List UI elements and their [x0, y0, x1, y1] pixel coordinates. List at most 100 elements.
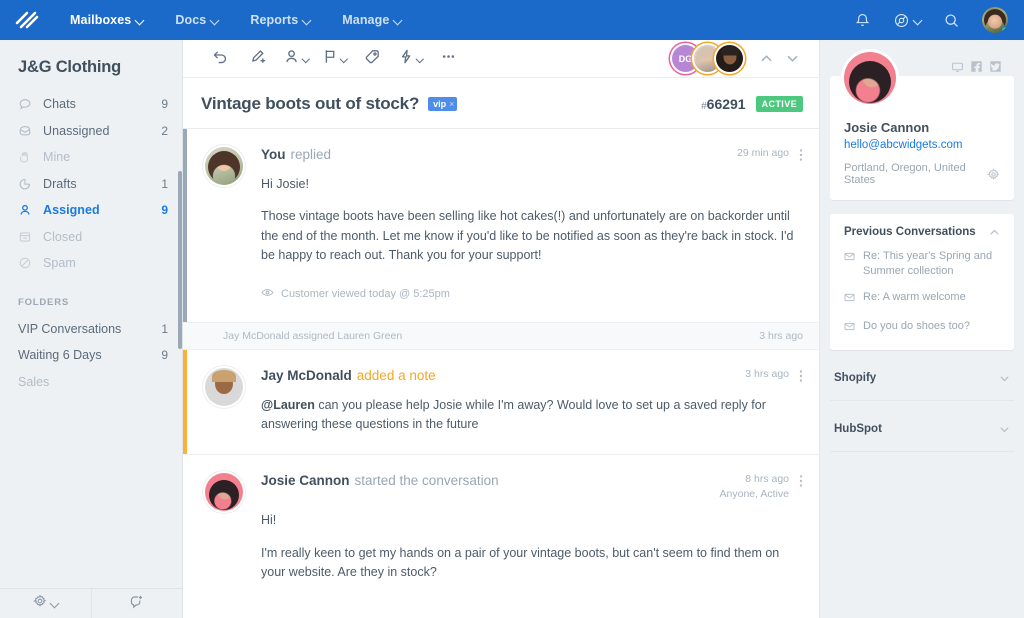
integration-section-shopify[interactable]: Shopify: [830, 356, 1014, 401]
more-button[interactable]: [429, 42, 467, 76]
section-title: Previous Conversations: [844, 226, 989, 238]
customer-sidebar: Josie Cannon hello@abcwidgets.com Portla…: [820, 40, 1024, 618]
folder-label: VIP Conversations: [18, 322, 161, 336]
integration-section-hubspot[interactable]: HubSpot: [830, 407, 1014, 452]
sidebar-folder-waiting-6-days[interactable]: Waiting 6 Days 9: [0, 342, 182, 369]
facebook-icon[interactable]: [970, 60, 983, 73]
nav-item-docs[interactable]: Docs: [159, 0, 234, 40]
sidebar-item-spam[interactable]: Spam: [0, 250, 182, 277]
conversation-pane: DG Vintage boo: [183, 40, 820, 618]
sidebar-item-count: 9: [161, 203, 168, 217]
collaborator-avatar-3[interactable]: [716, 45, 743, 72]
sidebar-item-label: Assigned: [43, 203, 150, 217]
event-time: 3 hrs ago: [759, 330, 803, 342]
add-note-button[interactable]: [239, 42, 277, 76]
remove-tag-icon[interactable]: ×: [449, 99, 454, 109]
message-paragraph: Hi Josie!: [261, 175, 803, 194]
envelope-icon: [844, 249, 855, 279]
message-time: 29 min ago: [737, 147, 789, 159]
avatar: [205, 147, 243, 185]
chevron-up-icon[interactable]: [989, 227, 1000, 238]
message-text: Hi! I'm really keen to get my hands on a…: [261, 511, 803, 582]
workflow-button[interactable]: [391, 42, 429, 76]
message-options-icon[interactable]: [799, 147, 803, 164]
chevron-down-icon: [136, 17, 143, 24]
message-action: replied: [291, 147, 332, 162]
message-timestamps: 3 hrs ago: [745, 368, 789, 380]
message-author: Josie Cannon: [261, 473, 350, 488]
conversation-subject: Re: A warm welcome: [863, 290, 966, 308]
contact-email[interactable]: hello@abcwidgets.com: [844, 139, 1000, 151]
reply-button[interactable]: [201, 42, 239, 76]
assign-button[interactable]: [277, 42, 315, 76]
previous-conversation-item[interactable]: Re: This year's Spring and Summer collec…: [844, 249, 1000, 279]
new-chat-icon: [129, 594, 144, 614]
notifications-bell-icon[interactable]: [854, 12, 871, 29]
contact-card: Josie Cannon hello@abcwidgets.com Portla…: [830, 76, 1014, 200]
hand-icon: [18, 150, 32, 164]
nav-label: Manage: [342, 13, 389, 27]
tag-vip[interactable]: vip ×: [428, 97, 457, 111]
message-meta: 8 hrs ago Anyone, Active: [708, 473, 803, 500]
sidebar-item-label: Mine: [43, 150, 157, 164]
sidebar-item-label: Drafts: [43, 177, 150, 191]
message-options-icon[interactable]: [799, 473, 803, 490]
folders-heading: FOLDERS: [0, 281, 182, 316]
avatar-face: [988, 15, 1002, 29]
lightning-bolt-icon: [398, 48, 415, 70]
sidebar-item-chats[interactable]: Chats 9: [0, 91, 182, 118]
chevron-down-icon: [303, 56, 309, 62]
message-item-note: Jay McDonald added a note 3 hrs ago: [183, 350, 819, 455]
ticket-number-value: 66291: [707, 96, 746, 112]
sidebar-item-drafts[interactable]: Drafts 1: [0, 171, 182, 198]
follow-button[interactable]: [315, 42, 353, 76]
chevron-down-icon[interactable]: [999, 424, 1010, 435]
previous-conversation-button[interactable]: [753, 44, 779, 74]
next-conversation-button[interactable]: [779, 44, 805, 74]
nav-item-mailboxes[interactable]: Mailboxes: [54, 0, 159, 40]
settings-gear-button[interactable]: [0, 589, 91, 618]
sidebar-item-assigned[interactable]: Assigned 9: [0, 197, 182, 224]
sidebar-folder-sales[interactable]: Sales: [0, 369, 182, 396]
sidebar-item-mine[interactable]: Mine: [0, 144, 182, 171]
chevron-down-icon: [303, 17, 310, 24]
envelope-icon: [844, 319, 855, 337]
sidebar-item-unassigned[interactable]: Unassigned 2: [0, 118, 182, 145]
top-navigation-bar: Mailboxes Docs Reports Manage: [0, 0, 1024, 40]
mention[interactable]: @Lauren: [261, 398, 315, 412]
section-title: HubSpot: [834, 423, 999, 435]
nav-item-reports[interactable]: Reports: [234, 0, 326, 40]
tag-button[interactable]: [353, 42, 391, 76]
message-body: You replied 29 min ago: [261, 147, 803, 302]
previous-conversations-card: Previous Conversations Re: This year's S…: [830, 214, 1014, 350]
message-header: Josie Cannon started the conversation 8 …: [261, 473, 803, 500]
previous-conversation-item[interactable]: Do you do shoes too?: [844, 319, 1000, 337]
user-avatar[interactable]: [982, 7, 1008, 33]
monitor-icon[interactable]: [951, 60, 964, 73]
online-status-dot: [1001, 26, 1008, 33]
contact-avatar[interactable]: [844, 52, 896, 104]
sidebar-scrollbar[interactable]: [178, 171, 182, 349]
message-item: Josie Cannon started the conversation 8 …: [183, 454, 819, 602]
contact-name: Josie Cannon: [844, 120, 1000, 135]
chevron-down-icon[interactable]: [999, 373, 1010, 384]
sidebar-folder-vip-conversations[interactable]: VIP Conversations 1: [0, 316, 182, 343]
message-text: Hi Josie! Those vintage boots have been …: [261, 175, 803, 266]
gear-icon[interactable]: [987, 168, 1000, 181]
message-options-icon[interactable]: [799, 368, 803, 385]
twitter-icon[interactable]: [989, 60, 1002, 73]
search-icon[interactable]: [943, 12, 960, 29]
help-icon[interactable]: [893, 12, 921, 29]
previous-conversation-item[interactable]: Re: A warm welcome: [844, 290, 1000, 308]
mailbox-title: J&G Clothing: [0, 40, 182, 91]
sidebar-bottom-bar: [0, 588, 182, 618]
sidebar-item-closed[interactable]: Closed: [0, 224, 182, 251]
helpscout-logo-icon[interactable]: [14, 7, 40, 33]
nav-label: Mailboxes: [70, 13, 131, 27]
previous-conversations-header[interactable]: Previous Conversations: [844, 226, 1000, 238]
sidebar-item-count: 2: [161, 124, 168, 138]
nav-item-manage[interactable]: Manage: [326, 0, 417, 40]
folder-count: 9: [161, 348, 168, 362]
new-conversation-button[interactable]: [91, 589, 183, 618]
chevron-down-icon: [417, 56, 423, 62]
